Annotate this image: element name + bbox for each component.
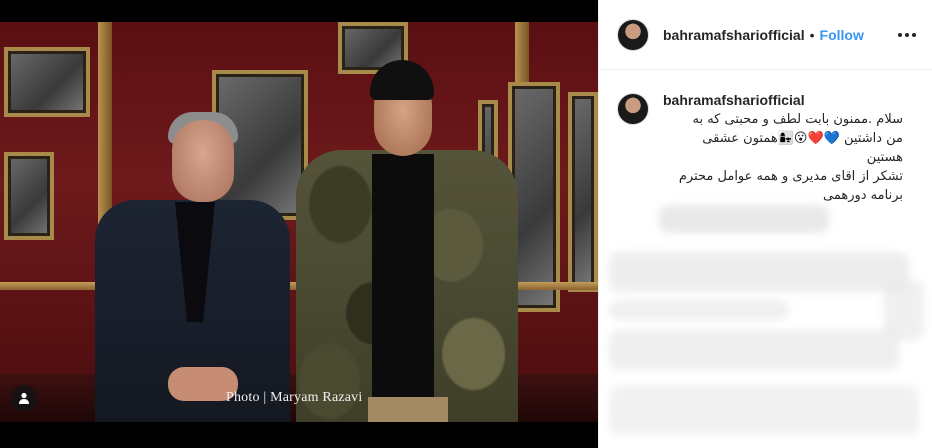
caption-line: تشکر از اقای مدیری و همه عوامل محترم [678, 169, 903, 184]
user-tag-icon-glyph [19, 392, 29, 404]
blurred-comment [609, 300, 789, 320]
person-head [172, 120, 234, 202]
avatar[interactable] [617, 93, 649, 125]
more-dot [898, 32, 902, 37]
follow-button[interactable]: Follow [820, 27, 864, 43]
person-tshirt [372, 154, 434, 402]
post-photo[interactable]: Photo | Maryam Razavi [0, 0, 598, 448]
blurred-comment [609, 385, 919, 435]
wall-frame [4, 47, 90, 117]
wall-frame [4, 152, 54, 240]
caption-text: سلام .ممنون بابت لطف و محبتی که به من دا… [663, 110, 903, 205]
caption-line: سلام .ممنون بابت لطف و محبتی که به [692, 112, 903, 127]
caption-line: من داشتین 💙❤️😮👩‍👧همتون عشقی [702, 131, 903, 146]
more-dot [912, 32, 916, 37]
separator-dot: • [809, 26, 815, 43]
post-header: bahramafshariofficial • Follow [599, 0, 932, 70]
blurred-comment [609, 252, 909, 292]
wall-frame [568, 92, 598, 292]
post-caption: bahramafshariofficial سلام .ممنون بابت ل… [599, 70, 932, 205]
blurred-comment [609, 330, 899, 370]
more-options-icon[interactable] [898, 27, 916, 43]
user-tag-icon[interactable] [11, 385, 37, 411]
caption-line: برنامه دورهمی [823, 188, 903, 203]
caption-line: هستین [866, 150, 903, 165]
more-dot [905, 32, 909, 37]
photo-credit: Photo | Maryam Razavi [226, 390, 363, 405]
instagram-post: Photo | Maryam Razavi bahramafsharioffic… [0, 0, 932, 448]
post-side-panel: bahramafshariofficial • Follow bahramafs… [598, 0, 932, 448]
avatar[interactable] [617, 18, 649, 51]
person-pants [368, 397, 448, 422]
caption-body: bahramafshariofficial سلام .ممنون بابت ل… [663, 92, 913, 205]
blurred-comment [659, 205, 829, 233]
username-link[interactable]: bahramafshariofficial [663, 27, 805, 43]
caption-username[interactable]: bahramafshariofficial [663, 92, 913, 108]
photo-scene: Photo | Maryam Razavi [0, 22, 598, 422]
